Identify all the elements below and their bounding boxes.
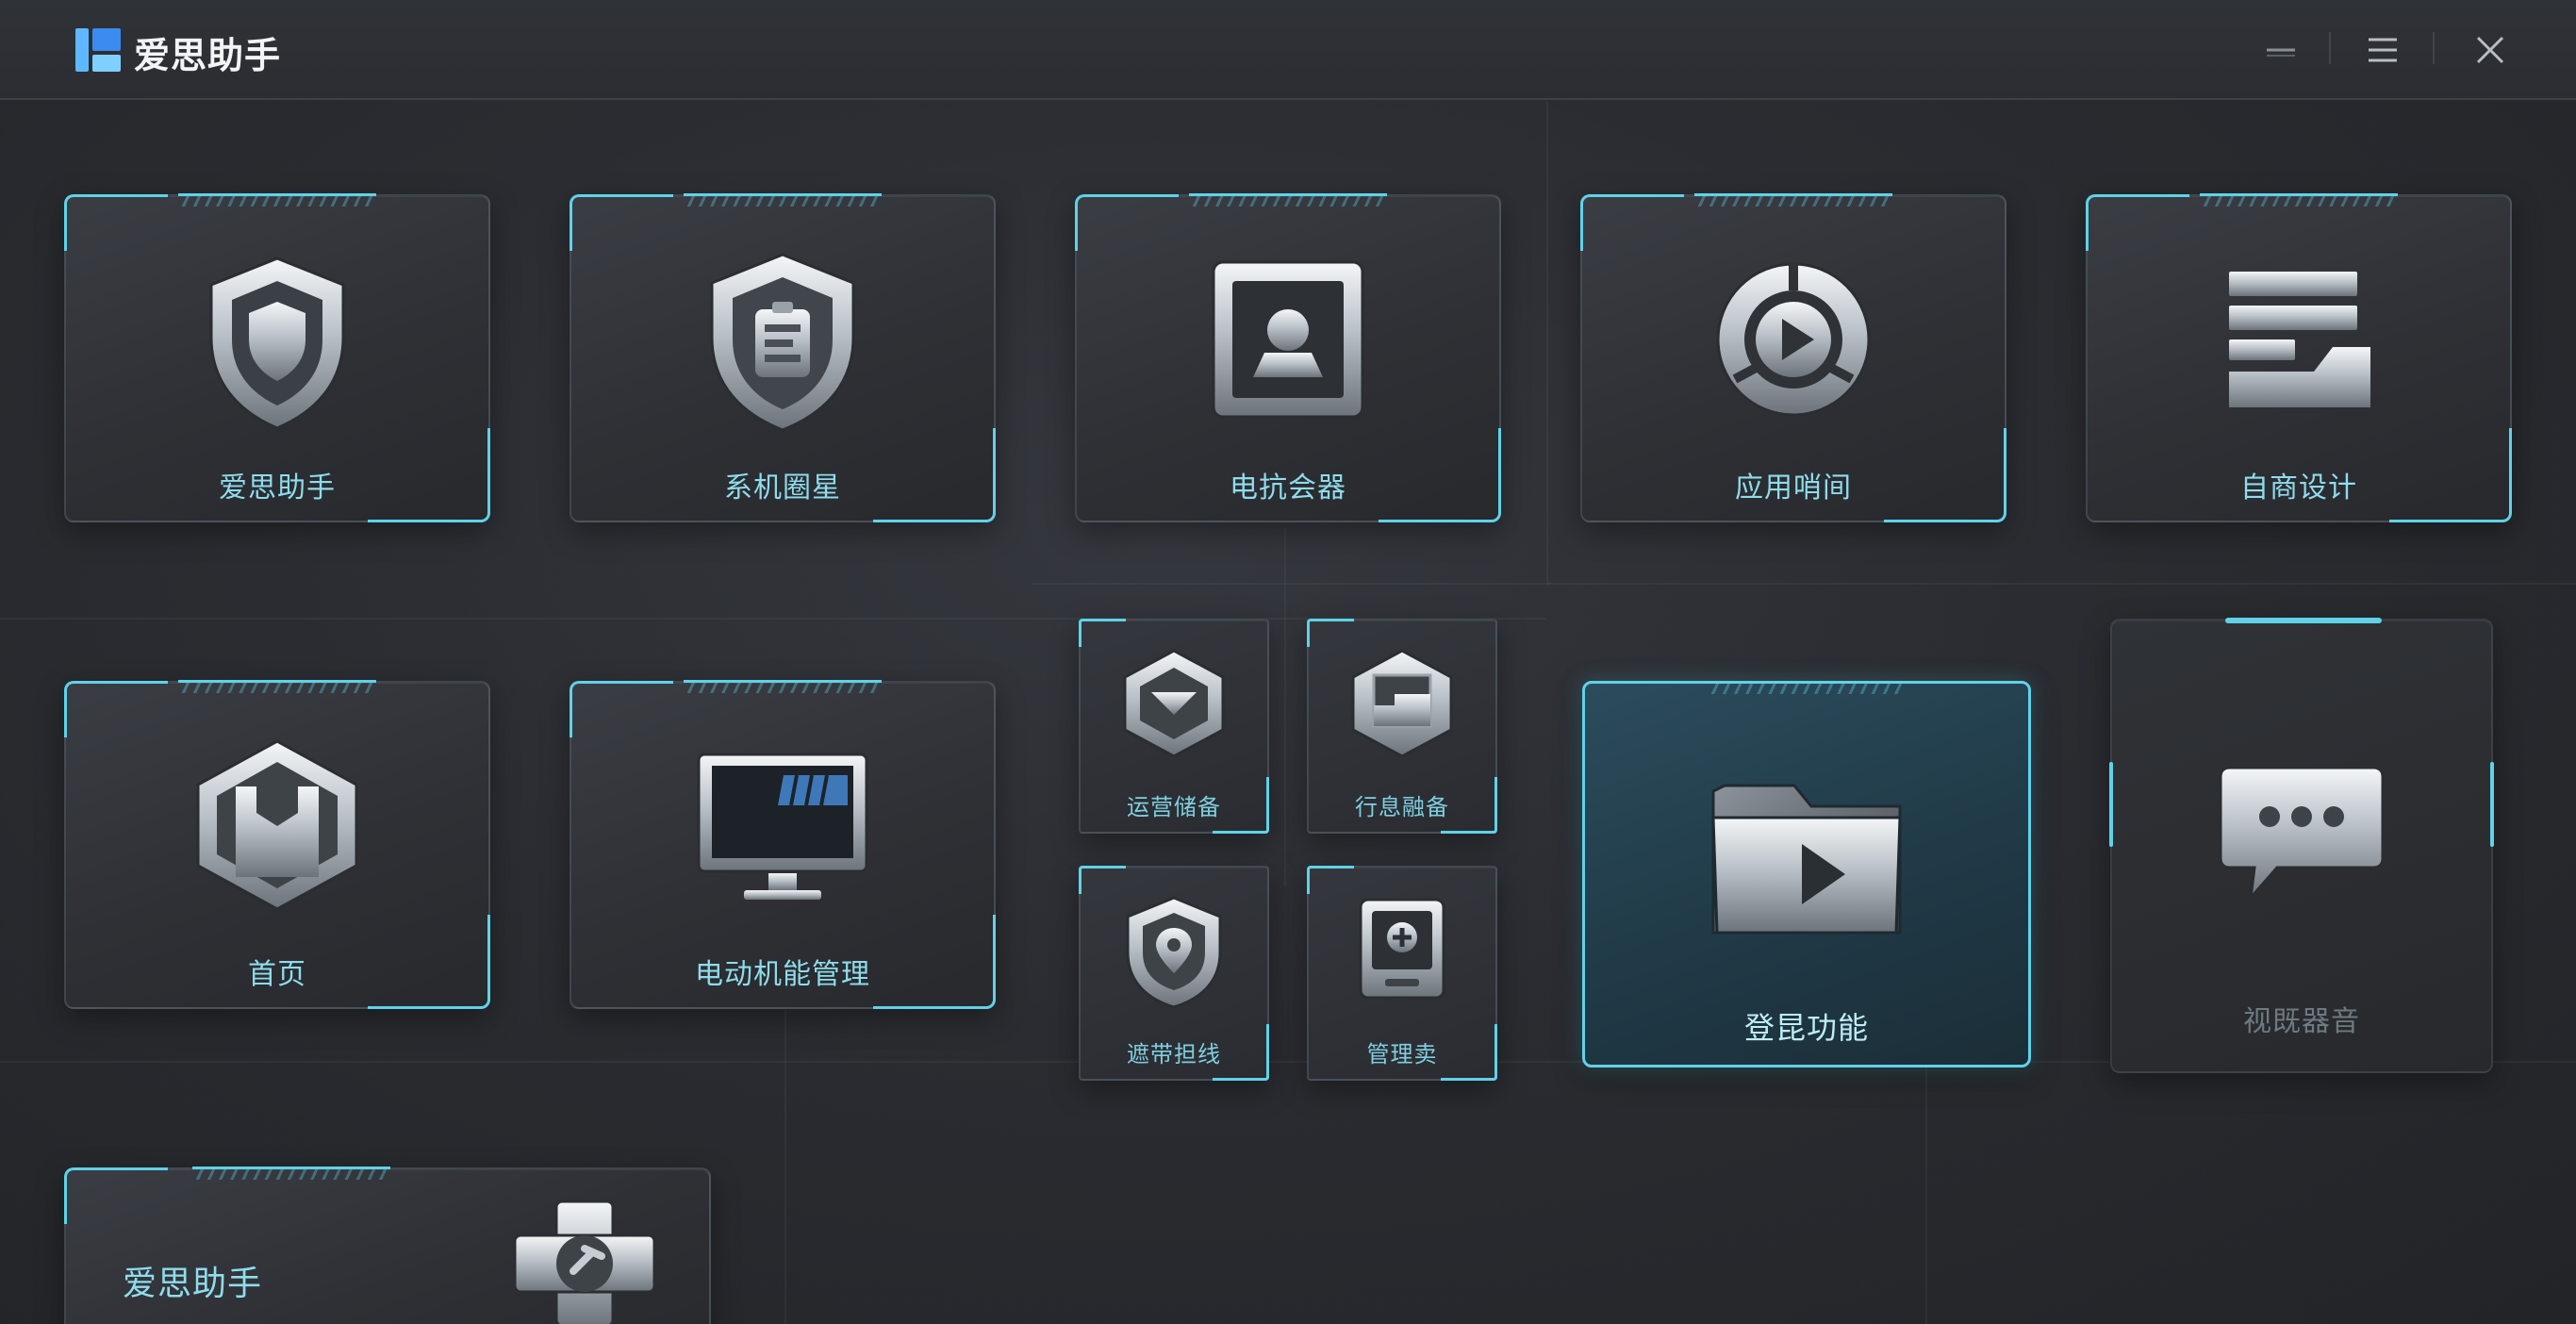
tile-label: 电抗会器 <box>1230 472 1346 505</box>
tile-label: 登昆功能 <box>1743 1010 1869 1046</box>
contact-card-icon <box>1212 260 1364 419</box>
tile-label: 首页 <box>248 958 306 991</box>
app-title: 爱思助手 <box>134 35 282 76</box>
video-folder-icon <box>1711 784 1902 935</box>
tile-accent <box>2490 762 2494 847</box>
tile-label: 爱思助手 <box>219 472 336 505</box>
tile-aisi-assistant[interactable]: 爱思助手 <box>64 193 490 522</box>
tile-label: 自商设计 <box>2240 472 2357 505</box>
tile-label: 遮带担线 <box>1127 1041 1221 1067</box>
tile-small-operations[interactable]: 运营储备 <box>1079 619 1269 834</box>
background-line <box>1032 583 1551 585</box>
tile-home[interactable]: 首页 <box>64 680 490 1009</box>
tile-featured-video[interactable]: 登昆功能 <box>1582 681 2031 1067</box>
tile-label: 运营储备 <box>1127 794 1221 820</box>
tile-apps[interactable]: 应用哨间 <box>1580 193 2006 522</box>
background-line <box>1925 1061 1927 1324</box>
tile-label: 系机圈星 <box>724 472 841 505</box>
tile-small-manage[interactable]: 管理卖 <box>1307 866 1497 1081</box>
background-line <box>1546 102 1548 583</box>
title-bar: 爱思助手 <box>0 0 2576 100</box>
background-line <box>1284 528 1286 886</box>
menu-button[interactable] <box>2359 26 2406 74</box>
location-shield-icon <box>1126 896 1222 1009</box>
tile-design[interactable]: 自商设计 <box>2086 193 2512 522</box>
play-circle-icon <box>1716 262 1871 417</box>
tile-system[interactable]: 系机圈星 <box>570 193 996 522</box>
tile-label: 视既器音 <box>2243 1005 2360 1038</box>
chat-bubble-icon <box>2219 766 2385 902</box>
tile-chat[interactable]: 视既器音 <box>2109 618 2494 1073</box>
device-icon <box>1359 898 1445 1000</box>
tools-icon <box>513 1200 656 1324</box>
divider <box>2329 32 2331 64</box>
security-shield-icon <box>710 253 855 432</box>
tile-label: 管理卖 <box>1366 1041 1438 1067</box>
close-icon <box>2476 36 2504 64</box>
tile-small-location[interactable]: 遮带担线 <box>1079 866 1269 1081</box>
tile-accent <box>2109 762 2113 847</box>
minimize-icon <box>2267 48 2295 57</box>
home-badge-icon <box>196 739 358 911</box>
tile-label: 爱思助手 <box>123 1265 263 1303</box>
shield-icon <box>209 257 345 430</box>
tile-small-messages[interactable]: 行息融备 <box>1307 619 1497 834</box>
tile-accent <box>2225 618 2382 623</box>
hexagon-icon <box>1123 649 1225 758</box>
photo-badge-icon <box>1351 649 1453 758</box>
tile-label: 电动机能管理 <box>695 958 870 991</box>
tile-label: 行息融备 <box>1355 794 1449 820</box>
background-line <box>784 1009 786 1324</box>
monitor-icon <box>697 753 868 900</box>
layers-icon <box>2229 272 2370 407</box>
tile-device-management[interactable]: 电动机能管理 <box>570 680 996 1009</box>
tile-contacts[interactable]: 电抗会器 <box>1075 193 1501 522</box>
background-line <box>1546 583 2576 585</box>
tile-label: 应用哨间 <box>1735 472 1852 505</box>
tile-tools[interactable]: 爱思助手 <box>64 1167 711 1324</box>
close-button[interactable] <box>2467 26 2514 74</box>
menu-icon <box>2369 38 2397 62</box>
minimize-button[interactable] <box>2257 26 2304 74</box>
app-logo-icon <box>75 28 121 72</box>
divider <box>2433 32 2435 64</box>
